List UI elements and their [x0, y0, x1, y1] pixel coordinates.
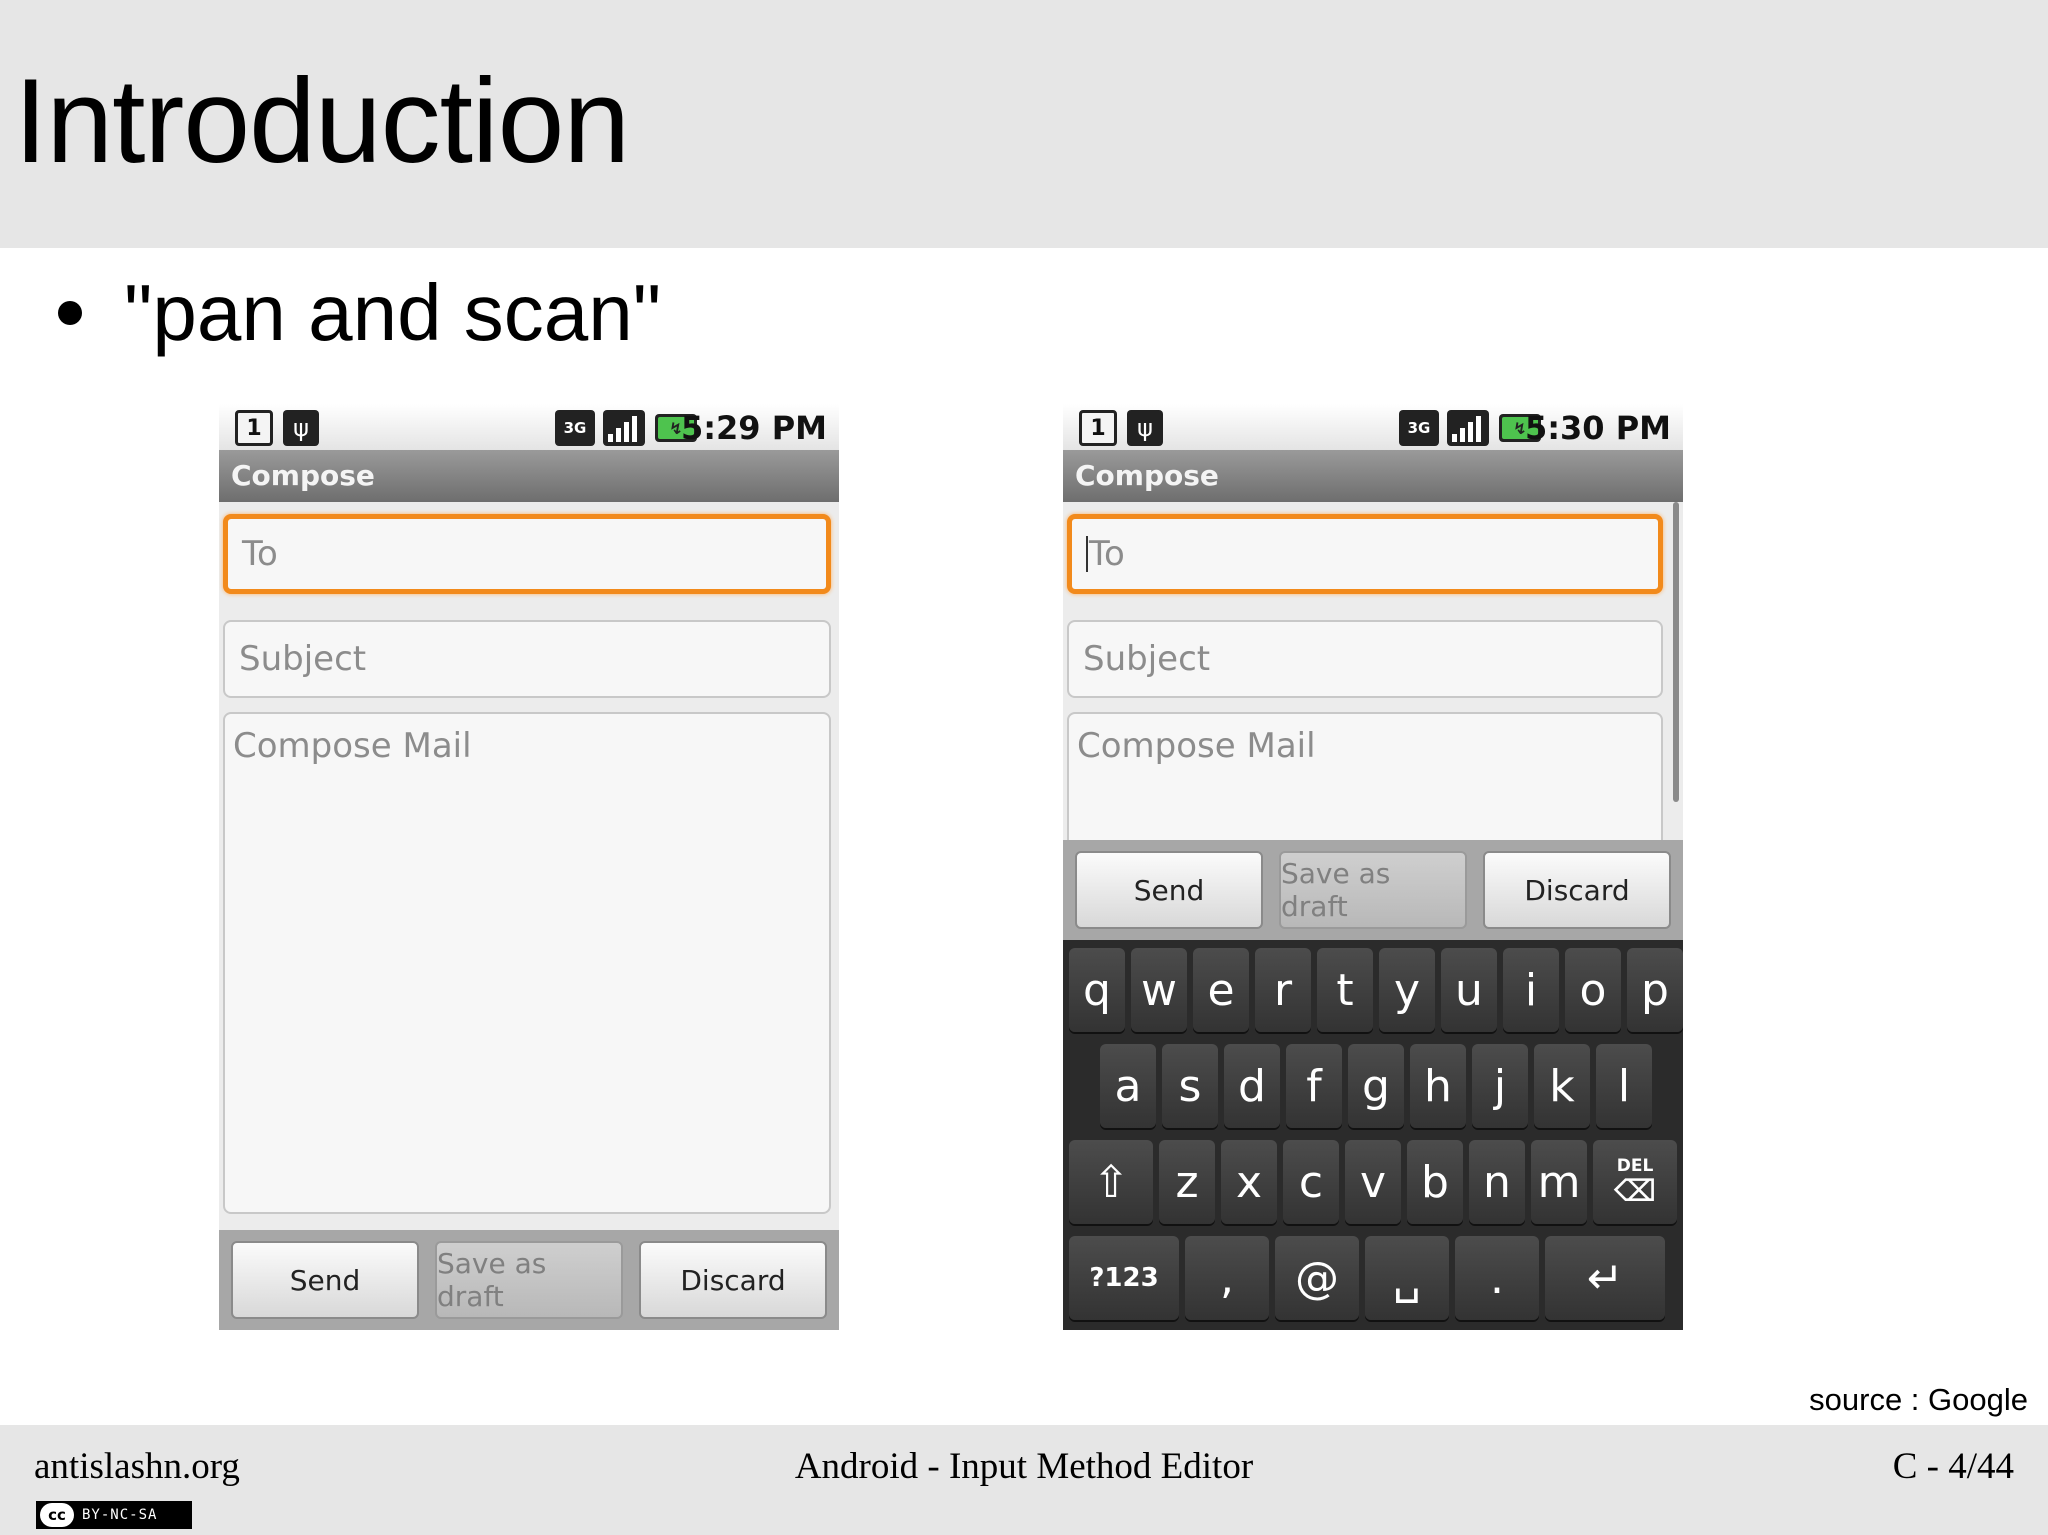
keyboard-row-1: q w e r t y u i o p [1069, 948, 1683, 1032]
key-s[interactable]: s [1162, 1044, 1218, 1128]
backspace-icon: ⌫ [1613, 1174, 1657, 1209]
app-title-bar: Compose [1063, 450, 1683, 502]
usb-icon: ψ [283, 410, 319, 446]
subject-field[interactable]: Subject [223, 620, 831, 698]
key-i[interactable]: i [1503, 948, 1559, 1032]
action-button-bar: Send Save as draft Discard [219, 1230, 839, 1330]
slide-title: Introduction [14, 54, 630, 188]
key-b[interactable]: b [1407, 1140, 1463, 1224]
discard-button[interactable]: Discard [1483, 851, 1671, 929]
key-j[interactable]: j [1472, 1044, 1528, 1128]
app-title: Compose [231, 459, 375, 492]
compose-mail-field[interactable]: Compose Mail [223, 712, 831, 1214]
bullet-text: "pan and scan" [124, 268, 662, 357]
key-r[interactable]: r [1255, 948, 1311, 1032]
status-bar: 1 ψ 3G ↯ 5:30 PM [1063, 404, 1683, 450]
save-draft-button[interactable]: Save as draft [435, 1241, 623, 1319]
signal-icon [603, 410, 645, 446]
screenshot-with-keyboard: 1 ψ 3G ↯ 5:30 PM Compose To Subject Comp… [1063, 404, 1683, 1330]
space-key[interactable]: ␣ [1365, 1236, 1449, 1320]
to-field[interactable]: To [223, 514, 831, 594]
cc-license-badge: cc BY-NC-SA [36, 1501, 192, 1529]
subject-placeholder: Subject [239, 639, 367, 679]
to-field[interactable]: To [1067, 514, 1663, 594]
key-v[interactable]: v [1345, 1140, 1401, 1224]
keyboard-row-3: ⇧ z x c v b n m DEL ⌫ [1069, 1140, 1677, 1224]
scrollbar[interactable] [1673, 502, 1679, 802]
footer-subject: Android - Input Method Editor [794, 1446, 1254, 1487]
period-key[interactable]: . [1455, 1236, 1539, 1320]
status-clock: 5:30 PM [1524, 409, 1671, 447]
key-m[interactable]: m [1531, 1140, 1587, 1224]
to-placeholder: To [1089, 534, 1125, 574]
save-draft-button[interactable]: Save as draft [1279, 851, 1467, 929]
status-bar: 1 ψ 3G ↯ 5:29 PM [219, 404, 839, 450]
key-q[interactable]: q [1069, 948, 1125, 1032]
key-a[interactable]: a [1100, 1044, 1156, 1128]
send-button[interactable]: Send [1075, 851, 1263, 929]
compose-mail-field[interactable]: Compose Mail [1067, 712, 1663, 852]
symbols-key[interactable]: ?123 [1069, 1236, 1179, 1320]
network-3g-icon: 3G [555, 410, 595, 446]
at-key[interactable]: @ [1275, 1236, 1359, 1320]
enter-key[interactable]: ↵ [1545, 1236, 1665, 1320]
app-title-bar: Compose [219, 450, 839, 502]
compose-mail-placeholder: Compose Mail [1077, 726, 1316, 766]
key-g[interactable]: g [1348, 1044, 1404, 1128]
key-u[interactable]: u [1441, 948, 1497, 1032]
discard-button[interactable]: Discard [639, 1241, 827, 1319]
key-n[interactable]: n [1469, 1140, 1525, 1224]
subject-field[interactable]: Subject [1067, 620, 1663, 698]
screenshot-without-keyboard: 1 ψ 3G ↯ 5:29 PM Compose To Subject Comp… [219, 404, 839, 1330]
keyboard-row-2: a s d f g h j k l [1100, 1044, 1652, 1128]
comma-key[interactable]: , [1185, 1236, 1269, 1320]
key-l[interactable]: l [1596, 1044, 1652, 1128]
footer-page-number: C - 4/44 [1892, 1446, 2014, 1487]
network-3g-icon: 3G [1399, 410, 1439, 446]
shift-key[interactable]: ⇧ [1069, 1140, 1153, 1224]
bullet-dot [58, 301, 82, 325]
send-button[interactable]: Send [231, 1241, 419, 1319]
text-caret [1086, 536, 1088, 572]
key-p[interactable]: p [1627, 948, 1683, 1032]
key-c[interactable]: c [1283, 1140, 1339, 1224]
compose-mail-placeholder: Compose Mail [233, 726, 472, 766]
title-band: Introduction [0, 0, 2048, 248]
key-z[interactable]: z [1159, 1140, 1215, 1224]
soft-keyboard: q w e r t y u i o p a s d f g h j k l ⇧ … [1063, 940, 1683, 1330]
cc-license-text: BY-NC-SA [82, 1507, 158, 1523]
subject-placeholder: Subject [1083, 639, 1211, 679]
key-o[interactable]: o [1565, 948, 1621, 1032]
cc-icon: cc [40, 1503, 74, 1527]
key-e[interactable]: e [1193, 948, 1249, 1032]
compose-form: To Subject Compose Mail [1063, 502, 1683, 852]
key-k[interactable]: k [1534, 1044, 1590, 1128]
signal-icon [1447, 410, 1489, 446]
keyboard-row-4: ?123 , @ ␣ . ↵ [1069, 1236, 1665, 1320]
sim-icon: 1 [235, 410, 273, 446]
delete-label: DEL [1616, 1156, 1654, 1176]
key-d[interactable]: d [1224, 1044, 1280, 1128]
compose-form: To Subject Compose Mail [219, 502, 839, 1232]
source-note: source : Google [1809, 1382, 2028, 1417]
action-button-bar: Send Save as draft Discard [1063, 840, 1683, 940]
key-w[interactable]: w [1131, 948, 1187, 1032]
bullet-item: "pan and scan" [58, 268, 661, 358]
space-icon: ␣ [1393, 1252, 1421, 1304]
enter-icon: ↵ [1586, 1252, 1624, 1304]
shift-icon: ⇧ [1092, 1156, 1130, 1208]
status-clock: 5:29 PM [680, 409, 827, 447]
key-f[interactable]: f [1286, 1044, 1342, 1128]
footer-site: antislashn.org [34, 1446, 240, 1487]
key-h[interactable]: h [1410, 1044, 1466, 1128]
key-x[interactable]: x [1221, 1140, 1277, 1224]
usb-icon: ψ [1127, 410, 1163, 446]
key-y[interactable]: y [1379, 948, 1435, 1032]
app-title: Compose [1075, 459, 1219, 492]
sim-icon: 1 [1079, 410, 1117, 446]
key-t[interactable]: t [1317, 948, 1373, 1032]
slide-footer: Android - Input Method Editor antislashn… [0, 1425, 2048, 1535]
to-placeholder: To [242, 534, 278, 574]
delete-key[interactable]: DEL ⌫ [1593, 1140, 1677, 1224]
